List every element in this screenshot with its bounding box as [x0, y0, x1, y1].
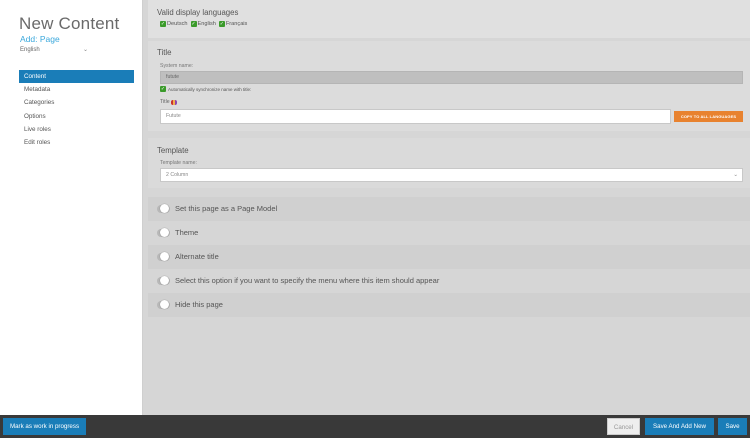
page-model-toggle[interactable]	[157, 204, 170, 213]
sidebar-item-edit-roles[interactable]: Edit roles	[19, 136, 134, 149]
template-select-value: 2 Column	[166, 172, 189, 178]
checkmark-icon: ✓	[218, 21, 225, 27]
sidebar-item-metadata[interactable]: Metadata	[19, 83, 134, 96]
template-name-label: Template name:	[160, 160, 197, 166]
theme-label: Theme	[175, 228, 199, 237]
page-model-toggle-row: Set this page as a Page Model	[148, 197, 750, 221]
system-name-label: System name:	[160, 63, 194, 69]
sidebar: New Content Add: Page English ⌄ Content …	[0, 0, 143, 415]
menu-option-toggle-row: Select this option if you want to specif…	[148, 269, 750, 293]
hide-page-label: Hide this page	[175, 300, 223, 309]
language-checkbox-label: Deutsch	[167, 21, 188, 27]
toggle-knob	[160, 300, 169, 309]
chevron-down-icon: ⌄	[733, 172, 738, 178]
template-select[interactable]: 2 Column ⌄	[160, 168, 743, 182]
title-input[interactable]: Futute	[160, 109, 671, 124]
menu-option-toggle[interactable]	[157, 276, 170, 285]
language-checkbox-label: Français	[225, 21, 248, 27]
menu-option-label: Select this option if you want to specif…	[175, 276, 440, 285]
copy-to-all-languages-button[interactable]: COPY TO ALL LANGUAGES	[674, 111, 743, 122]
language-checkbox-deutsch[interactable]: ✓ Deutsch	[160, 21, 188, 27]
toggle-knob	[160, 228, 169, 237]
language-checkbox-label: English	[197, 21, 216, 27]
footer-bar: Mark as work in progress Cancel Save And…	[0, 415, 750, 438]
sidebar-item-options[interactable]: Options	[19, 110, 134, 123]
languages-heading: Valid display languages	[157, 8, 239, 17]
language-checkbox-francais[interactable]: ✓ Français	[218, 21, 248, 27]
languages-section: Valid display languages ✓ Deutsch ✓ Engl…	[148, 0, 750, 38]
main-content: Valid display languages ✓ Deutsch ✓ Engl…	[148, 0, 750, 415]
mark-work-in-progress-button[interactable]: Mark as work in progress	[3, 418, 86, 435]
theme-toggle-row: Theme	[148, 221, 750, 245]
alternate-title-toggle-row: Alternate title	[148, 245, 750, 269]
language-selector-value: English	[20, 47, 40, 53]
toggle-knob	[160, 204, 169, 213]
system-name-input[interactable]: futute	[160, 71, 743, 84]
page-subtitle: Add: Page	[20, 34, 60, 44]
hide-page-toggle[interactable]	[157, 300, 170, 309]
toggle-knob	[160, 276, 169, 285]
title-heading: Title	[157, 48, 172, 57]
multilingual-flag-icon	[170, 99, 177, 105]
save-and-add-new-button[interactable]: Save And Add New	[645, 418, 714, 435]
title-field-label: Title	[160, 99, 177, 105]
hide-page-toggle-row: Hide this page	[148, 293, 750, 317]
title-label-text: Title	[160, 99, 170, 105]
checkmark-icon: ✓	[190, 21, 197, 27]
page-title: New Content	[19, 14, 120, 33]
toggle-knob	[160, 252, 169, 261]
auto-sync-label: Automatically synchronize name with titl…	[168, 86, 252, 92]
save-button[interactable]: Save	[718, 418, 747, 435]
template-heading: Template	[157, 146, 189, 155]
checkmark-icon: ✓	[160, 21, 166, 27]
language-checkbox-english[interactable]: ✓ English	[190, 21, 216, 27]
auto-sync-checkbox[interactable]: ✓ Automatically synchronize name with ti…	[160, 86, 251, 92]
page-model-label: Set this page as a Page Model	[175, 204, 278, 213]
sidebar-item-categories[interactable]: Categories	[19, 96, 134, 109]
alternate-title-toggle[interactable]	[157, 252, 170, 261]
chevron-down-icon: ⌄	[82, 47, 88, 53]
checkmark-icon: ✓	[160, 86, 166, 92]
theme-toggle[interactable]	[157, 228, 170, 237]
language-selector[interactable]: English ⌄	[20, 47, 90, 53]
sidebar-item-live-roles[interactable]: Live roles	[19, 123, 134, 136]
sidebar-item-content[interactable]: Content	[19, 70, 134, 84]
language-checkboxes: ✓ Deutsch ✓ English ✓ Français	[160, 21, 247, 27]
alternate-title-label: Alternate title	[175, 252, 219, 261]
sidebar-nav: Content Metadata Categories Options Live…	[19, 70, 134, 149]
cancel-button[interactable]: Cancel	[607, 418, 640, 435]
